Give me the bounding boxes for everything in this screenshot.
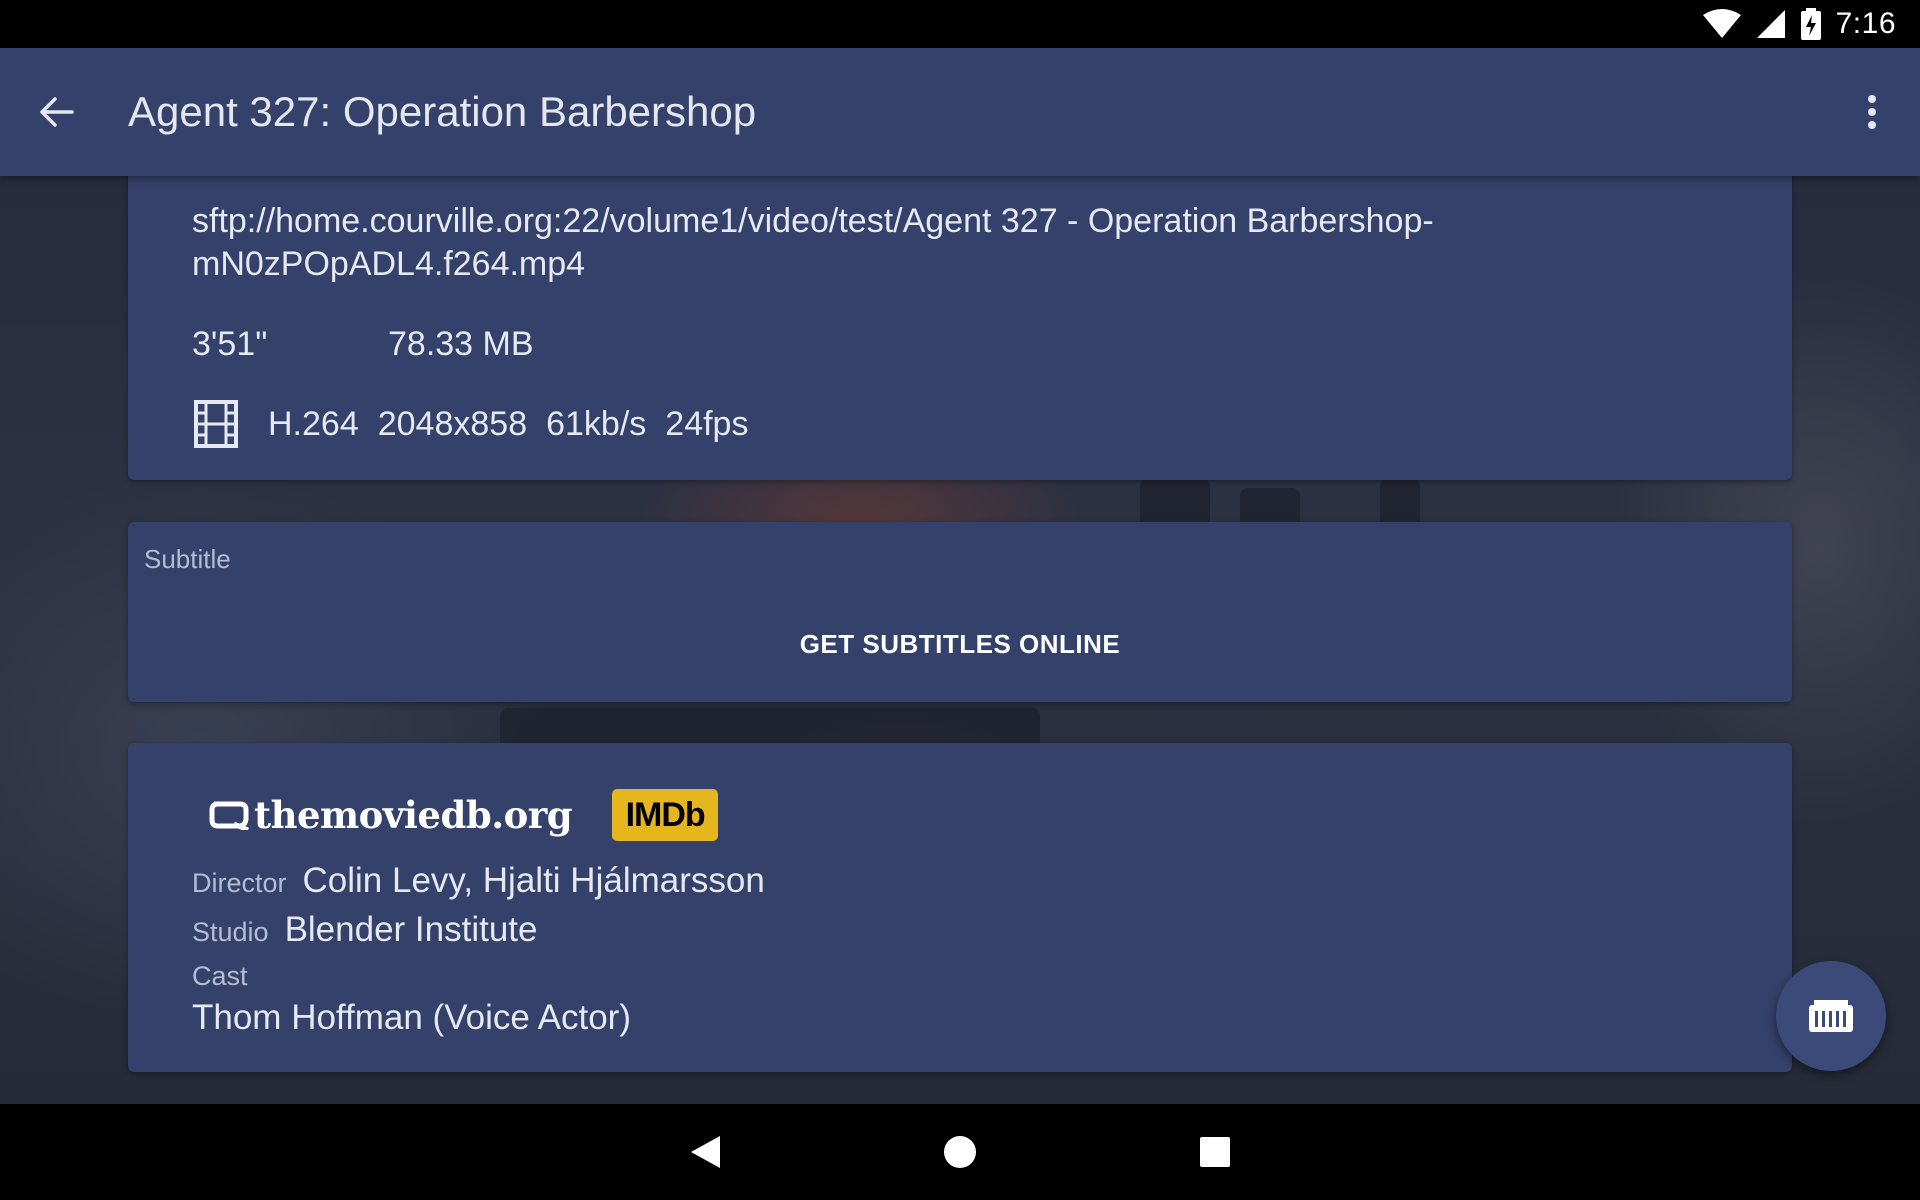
nav-recents-button[interactable] <box>1160 1104 1270 1200</box>
navigation-bar <box>0 1104 1920 1200</box>
app-bar: Agent 327: Operation Barbershop <box>0 48 1920 176</box>
get-subtitles-online-button[interactable]: GET SUBTITLES ONLINE <box>128 614 1792 674</box>
cell-signal-icon <box>1756 9 1786 39</box>
page-title: Agent 327: Operation Barbershop <box>128 88 757 135</box>
imdb-logo[interactable]: IMDb <box>612 789 719 841</box>
status-time: 7:16 <box>1835 7 1896 40</box>
file-duration: 3'51" <box>192 325 268 363</box>
video-codec: H.264 <box>268 404 359 443</box>
nav-home-icon <box>944 1136 976 1168</box>
cast-label: Cast <box>192 961 248 991</box>
battery-charging-icon <box>1800 8 1822 40</box>
video-resolution: 2048x858 <box>377 404 528 443</box>
file-meta: 3'51" 78.33 MB <box>192 325 534 364</box>
movie-info-card: themoviedb.org IMDb Director Colin Levy,… <box>128 743 1792 1072</box>
subtitle-card: Subtitle GET SUBTITLES ONLINE <box>128 522 1792 702</box>
director-label: Director <box>192 868 287 898</box>
subtitle-section-label: Subtitle <box>144 544 231 574</box>
nav-back-button[interactable] <box>650 1104 760 1200</box>
overflow-menu-button[interactable] <box>1824 48 1920 176</box>
status-bar: 7:16 <box>0 0 1920 48</box>
file-path: sftp://home.courville.org:22/volume1/vid… <box>192 202 1434 283</box>
studio-value: Blender Institute <box>284 910 538 949</box>
cast-value: Thom Hoffman (Voice Actor) <box>192 998 631 1037</box>
tmdb-logo-text: themoviedb.org <box>254 793 573 837</box>
director-value: Colin Levy, Hjalti Hjálmarsson <box>302 861 765 900</box>
library-fab-button[interactable] <box>1776 961 1886 1071</box>
file-info-card: sftp://home.courville.org:22/volume1/vid… <box>128 150 1792 480</box>
file-size: 78.33 MB <box>388 325 534 363</box>
back-button[interactable] <box>0 48 112 176</box>
wifi-icon <box>1702 9 1742 39</box>
tmdb-logo[interactable]: themoviedb.org <box>208 793 573 837</box>
library-icon <box>1809 1000 1853 1032</box>
director-row: Director Colin Levy, Hjalti Hjálmarsson <box>192 861 765 901</box>
video-bitrate: 61kb/s <box>546 404 647 443</box>
studio-label: Studio <box>192 917 269 947</box>
tmdb-mark-icon <box>209 801 249 830</box>
nav-home-button[interactable] <box>905 1104 1015 1200</box>
studio-row: Studio Blender Institute <box>192 910 538 950</box>
video-codec-row: H.264 2048x858 61kb/s 24fps <box>192 400 748 448</box>
more-vert-icon <box>1868 95 1876 129</box>
arrow-back-icon <box>40 97 74 127</box>
source-logos: themoviedb.org IMDb <box>208 789 719 841</box>
nav-recents-icon <box>1200 1137 1230 1167</box>
nav-back-icon <box>691 1136 720 1168</box>
screen: 7:16 Agent 327: Operation Barbershop sft… <box>0 0 1920 1200</box>
film-icon <box>194 400 238 448</box>
video-framerate: 24fps <box>665 404 749 443</box>
